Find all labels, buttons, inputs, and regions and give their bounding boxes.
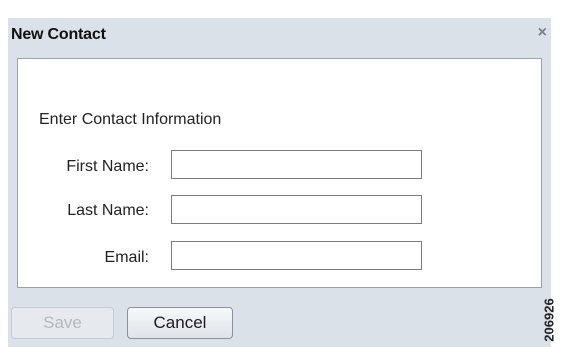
new-contact-dialog: New Contact × Enter Contact Information … — [8, 18, 551, 347]
first-name-field[interactable] — [171, 150, 422, 179]
figure-id-label: 206926 — [541, 298, 557, 342]
first-name-label: First Name: — [66, 158, 149, 175]
last-name-field[interactable] — [171, 195, 422, 224]
form-heading: Enter Contact Information — [39, 111, 222, 128]
contact-form-panel: Enter Contact Information First Name: La… — [17, 58, 542, 288]
save-button[interactable]: Save — [11, 307, 114, 339]
close-icon[interactable]: × — [538, 25, 547, 41]
dialog-title: New Contact — [11, 26, 106, 43]
cancel-button[interactable]: Cancel — [127, 307, 233, 339]
last-name-label: Last Name: — [67, 202, 149, 219]
email-label: Email: — [104, 249, 149, 266]
email-field[interactable] — [171, 241, 422, 270]
